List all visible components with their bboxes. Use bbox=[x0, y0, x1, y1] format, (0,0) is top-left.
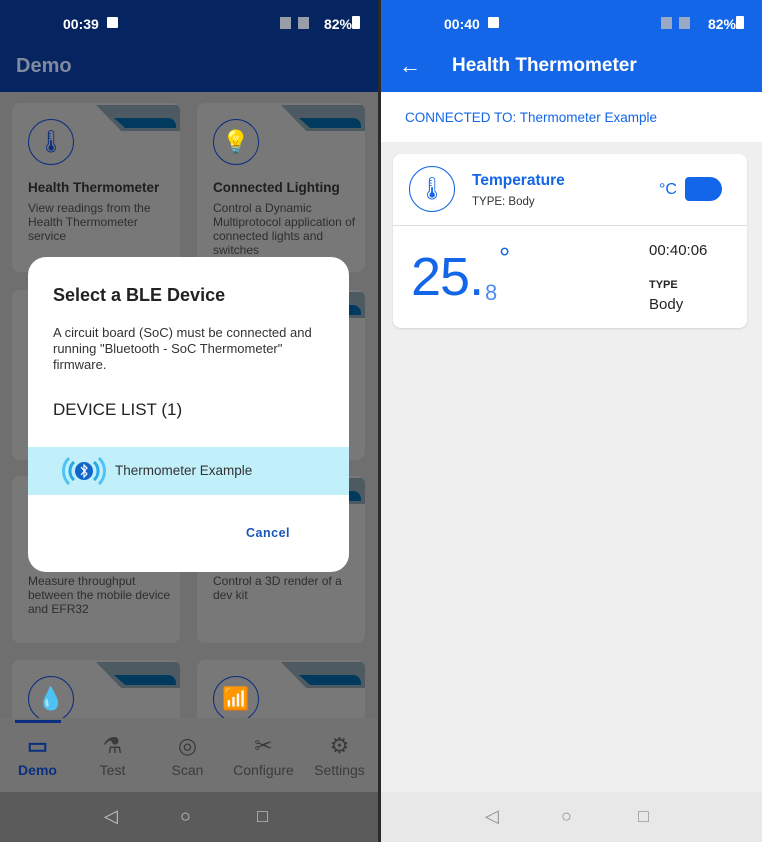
device-name: Thermometer Example bbox=[115, 463, 253, 478]
nav-scan[interactable]: ◎ Scan bbox=[150, 732, 225, 778]
no-sim-icon bbox=[280, 17, 291, 29]
device-list-item[interactable]: Thermometer Example bbox=[28, 447, 349, 495]
bluetooth-icon bbox=[62, 456, 106, 486]
temperature-value: 25. bbox=[411, 247, 484, 307]
active-tab-indicator bbox=[15, 720, 61, 723]
dialog-title: Select a BLE Device bbox=[53, 285, 226, 305]
type-value: Body bbox=[649, 296, 684, 313]
connection-status: CONNECTED TO: Thermometer Example bbox=[381, 92, 762, 142]
type-label: TYPE bbox=[649, 279, 678, 291]
nav-settings[interactable]: ⚙ Settings bbox=[302, 732, 377, 778]
recents-icon[interactable]: □ bbox=[257, 806, 268, 827]
right-screen: 00:40 82% ← Health Thermometer CONNECTED… bbox=[381, 0, 762, 842]
battery-icon bbox=[736, 16, 744, 29]
water-drop-icon: 💧 bbox=[28, 676, 74, 722]
scan-icon: ◎ bbox=[177, 733, 198, 758]
unit-label: °C bbox=[659, 181, 677, 198]
app-bar: Demo bbox=[0, 45, 378, 92]
status-bar: 00:39 82% bbox=[0, 0, 378, 45]
lightbulb-icon: 💡 bbox=[213, 119, 259, 165]
recents-icon[interactable]: □ bbox=[638, 806, 649, 827]
cancel-button[interactable]: Cancel bbox=[246, 526, 290, 540]
demo-card-connected-lighting[interactable]: 💡 Connected Lighting Control a Dynamic M… bbox=[197, 103, 365, 272]
no-sim-icon bbox=[298, 17, 309, 29]
app-bar: ← Health Thermometer bbox=[381, 45, 762, 92]
card-desc: Measure throughput between the mobile de… bbox=[28, 574, 171, 616]
card-title: Health Thermometer bbox=[28, 180, 160, 195]
page-title: Health Thermometer bbox=[452, 55, 637, 76]
nav-demo[interactable]: ▭ Demo bbox=[0, 732, 75, 778]
nav-label: Scan bbox=[171, 762, 204, 778]
tools-icon: ✂ bbox=[254, 733, 273, 758]
nav-label: Demo bbox=[18, 762, 57, 778]
system-nav-bar: ◁ ○ □ bbox=[381, 792, 762, 842]
divider bbox=[393, 225, 747, 226]
status-time: 00:39 bbox=[63, 16, 99, 32]
degree-symbol: ° bbox=[499, 242, 511, 273]
timestamp: 00:40:06 bbox=[649, 242, 708, 259]
select-device-dialog: Select a BLE Device A circuit board (SoC… bbox=[28, 257, 349, 572]
temperature-decimal: 8 bbox=[485, 280, 498, 305]
nav-label: Configure bbox=[233, 762, 294, 778]
nav-test[interactable]: ⚗ Test bbox=[75, 732, 150, 778]
status-bar: 00:40 82% bbox=[381, 0, 762, 45]
nav-configure[interactable]: ✂ Configure bbox=[226, 732, 301, 778]
card-title: Temperature bbox=[472, 172, 565, 189]
card-desc: Control a Dynamic Multiprotocol applicat… bbox=[213, 201, 356, 257]
temperature-card: 🌡 Temperature TYPE: Body °C 25. 8 ° 00:4… bbox=[393, 154, 747, 328]
card-desc: View readings from the Health Thermomete… bbox=[28, 201, 151, 243]
card-title: Connected Lighting bbox=[213, 180, 340, 195]
status-time: 00:40 bbox=[444, 16, 480, 32]
nav-label: Settings bbox=[314, 762, 365, 778]
home-icon[interactable]: ○ bbox=[180, 806, 191, 827]
card-desc: Control a 3D render of a dev kit bbox=[213, 574, 342, 602]
thermometer-icon: 🌡 bbox=[409, 166, 455, 212]
left-screen: 00:39 82% Demo 🌡 Health Thermometer View… bbox=[0, 0, 378, 842]
flask-icon: ⚗ bbox=[102, 733, 123, 758]
gear-icon: ⚙ bbox=[329, 733, 350, 758]
demo-card-health-thermometer[interactable]: 🌡 Health Thermometer View readings from … bbox=[12, 103, 180, 272]
dialog-message: A circuit board (SoC) must be connected … bbox=[53, 325, 312, 372]
device-list-label: DEVICE LIST (1) bbox=[53, 400, 183, 419]
battery-percent: 82% bbox=[323, 16, 352, 32]
back-icon[interactable]: ◁ bbox=[104, 806, 118, 827]
wifi-router-icon: 📶 bbox=[213, 676, 259, 722]
no-sim-icon bbox=[679, 17, 690, 29]
bottom-nav: ▭ Demo ⚗ Test ◎ Scan ✂ Configure ⚙ Settings bbox=[0, 718, 378, 792]
card-type: TYPE: Body bbox=[472, 196, 535, 208]
presentation-icon: ▭ bbox=[27, 733, 48, 758]
system-nav-bar: ◁ ○ □ bbox=[0, 792, 378, 842]
nav-label: Test bbox=[99, 762, 126, 778]
battery-percent: 82% bbox=[707, 16, 736, 32]
home-icon[interactable]: ○ bbox=[561, 806, 572, 827]
image-notification-icon bbox=[488, 17, 499, 28]
page-title: Demo bbox=[16, 55, 72, 77]
image-notification-icon bbox=[107, 17, 118, 28]
unit-toggle[interactable] bbox=[685, 177, 722, 201]
thermometer-icon: 🌡 bbox=[28, 119, 74, 165]
no-sim-icon bbox=[661, 17, 672, 29]
back-arrow-icon[interactable]: ← bbox=[399, 53, 421, 79]
battery-icon bbox=[352, 16, 360, 29]
back-icon[interactable]: ◁ bbox=[485, 806, 499, 827]
